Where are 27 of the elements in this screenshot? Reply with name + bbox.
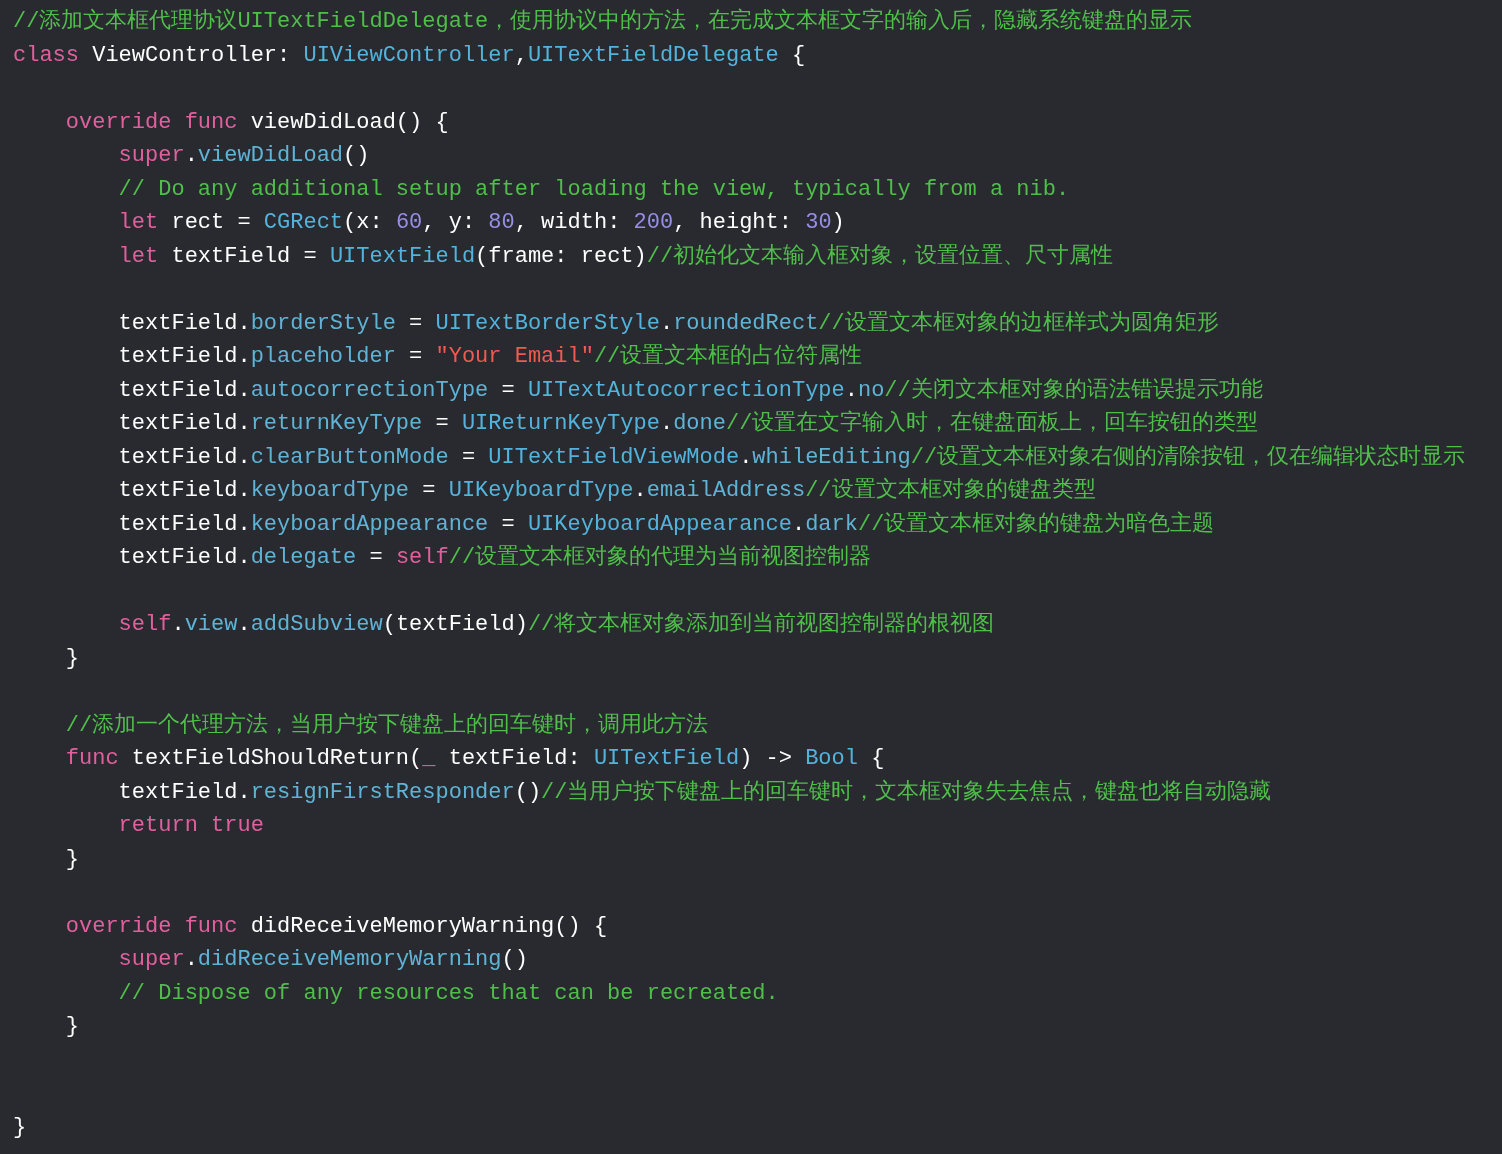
code-line: textField.placeholder = "Your Email"//设置文本框的占位符属性 [117,342,863,371]
code-line: override func viewDidLoad() { [64,108,449,137]
code-line: } [64,644,79,673]
code-line: textField.borderStyle = UITextBorderStyle.roundedRect//设置文本框对象的边框样式为圆角矩形 [117,309,1219,338]
code-line: //添加一个代理方法，当用户按下键盘上的回车键时，调用此方法 [64,711,709,740]
code-line: textField.keyboardType = UIKeyboardType.emailAddress//设置文本框对象的键盘类型 [117,476,1096,505]
code-line: textField.returnKeyType = UIReturnKeyType.done//设置在文字输入时，在键盘面板上，回车按钮的类型 [117,409,1259,438]
code-line: } [64,1013,79,1041]
code-line: let rect = CGRect(x: 60, y: 80, width: 200, height: 30) [117,209,845,237]
code-line: self.view.addSubview(textField)//将文本框对象添加到当前视图控制器的根视图 [117,610,995,639]
code-line: return true [117,812,264,840]
code-line: //添加文本框代理协议UITextFieldDelegate，使用协议中的方法，在完成文本框文字的输入后，隐藏系统键盘的显示 [13,7,1193,36]
code-line: let textField = UITextField(frame: rect)//初始化文本输入框对象，设置位置、尺寸属性 [117,242,1114,271]
code-line: // Do any additional setup after loading the view, typically from a nib. [117,175,1070,204]
code-line: super.didReceiveMemoryWarning() [117,946,528,974]
code-line: textField.keyboardAppearance = UIKeyboardAppearance.dark//设置文本框对象的键盘为暗色主题 [117,510,1215,539]
code-line: super.viewDidLoad() [117,142,370,170]
code-line: } [64,845,79,874]
code-line: class ViewController: UIViewController,UITextFieldDelegate { [13,41,806,70]
code-line: override func didReceiveMemoryWarning() { [64,912,608,941]
code-line: textField.delegate = self//设置文本框对象的代理为当前视图控制器 [117,543,872,572]
code-line: textField.clearButtonMode = UITextFieldViewMode.whileEditing//设置文本框对象右侧的清除按钮，仅在编辑状态时显示 [117,443,1466,472]
code-line: textField.resignFirstResponder()//当用户按下键盘上的回车键时，文本框对象失去焦点，键盘也将自动隐藏 [117,778,1272,807]
code-line: textField.autocorrectionType = UITextAutocorrectionType.no//关闭文本框对象的语法错误提示功能 [117,376,1263,405]
code-line: func textFieldShouldReturn(_ textField: UITextField) -> Bool { [64,745,885,773]
code-line: // Dispose of any resources that can be recreated. [117,979,779,1008]
code-line: } [13,1113,27,1142]
